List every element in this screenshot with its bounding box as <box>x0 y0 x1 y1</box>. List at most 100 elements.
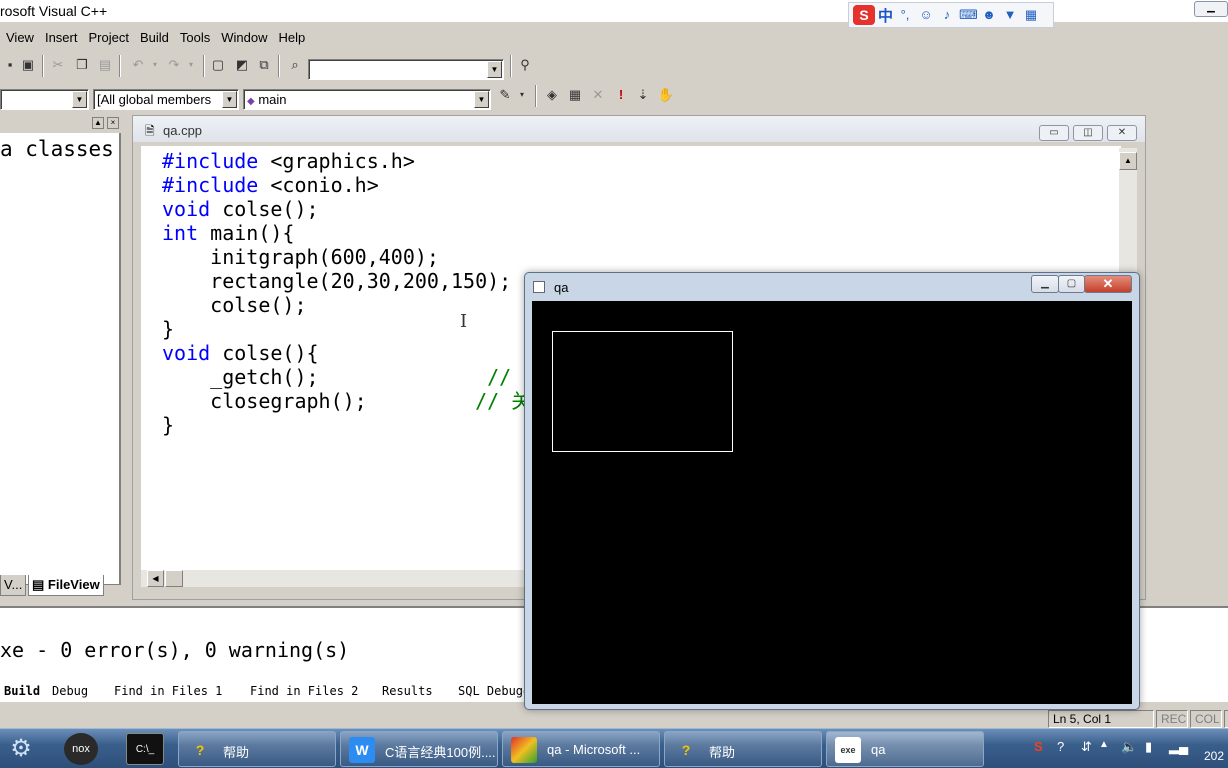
tab-find-in-files-2[interactable]: Find in Files 2 <box>244 684 364 698</box>
restore-icon[interactable]: ▲ <box>92 117 104 129</box>
power-icon[interactable]: ▮ <box>1145 739 1152 755</box>
clock[interactable]: 202 <box>1204 749 1224 763</box>
search-icon[interactable]: ⚲ <box>515 55 535 75</box>
save-all-icon[interactable]: ▣ <box>18 55 38 75</box>
code-line[interactable]: #include <conio.h> <box>162 173 1121 197</box>
menu-window[interactable]: Window <box>215 28 272 50</box>
task-help-1[interactable]: ? 帮助 <box>178 731 336 767</box>
punctuation-icon[interactable]: °, <box>896 6 914 24</box>
tray-expand-icon[interactable]: ⇵ <box>1081 739 1092 755</box>
tab-classview[interactable]: V... <box>0 575 27 596</box>
menu-bar: View Insert Project Build Tools Window H… <box>0 28 1228 50</box>
smile-icon[interactable]: ☺ <box>917 6 935 24</box>
code-line[interactable]: void colse(); <box>162 197 1121 221</box>
editor-maximize-button[interactable]: ◫ <box>1073 125 1103 141</box>
class-view-tree[interactable]: a classes <box>0 133 121 585</box>
menu-insert[interactable]: Insert <box>39 28 83 50</box>
nox-icon[interactable]: nox <box>64 733 98 765</box>
code-line[interactable]: #include <graphics.h> <box>162 149 1121 173</box>
rec-indicator: REC <box>1156 710 1188 728</box>
tab-build[interactable]: Build <box>0 684 46 698</box>
tab-find-in-files-1[interactable]: Find in Files 1 <box>108 684 228 698</box>
go-icon[interactable]: ⇣ <box>633 85 653 105</box>
menu-tools[interactable]: Tools <box>174 28 215 50</box>
class-combo[interactable]: ▼ <box>0 89 89 110</box>
chevron-down-icon[interactable]: ▼ <box>474 91 489 108</box>
help-tray-icon[interactable]: ? <box>1057 739 1064 754</box>
scroll-thumb[interactable] <box>165 570 183 587</box>
chevron-down-icon[interactable]: ▼ <box>72 91 87 108</box>
build-icon[interactable]: ▦ <box>565 85 585 105</box>
find-in-files-icon[interactable]: ⌕ <box>285 55 305 75</box>
function-combo[interactable]: ◆ main ▼ <box>243 89 491 110</box>
network-icon[interactable]: ▂▄ <box>1169 739 1188 755</box>
save-icon[interactable]: ▪ <box>0 55 20 75</box>
classes-root-label[interactable]: a classes <box>0 137 114 161</box>
wizard-dropdown-icon[interactable]: ▾ <box>512 85 532 105</box>
start-gear-icon[interactable]: ⚙ <box>4 733 38 765</box>
show-hidden-icons-icon[interactable]: ▲ <box>1099 739 1109 750</box>
task-msdev[interactable]: qa - Microsoft ... <box>502 731 660 767</box>
find-combo[interactable]: ▼ <box>308 59 504 80</box>
code-line[interactable]: int main(){ <box>162 221 1121 245</box>
code-text: main(){ <box>198 221 295 245</box>
workspace-header: ▲ × <box>0 115 122 131</box>
grid-icon[interactable]: ▦ <box>1022 6 1040 24</box>
members-combo[interactable]: [All global members ▼ <box>93 89 239 110</box>
task-wps-doc[interactable]: W C语言经典100例.... <box>340 731 498 767</box>
tab-fileview[interactable]: ▤ FileView <box>28 575 104 596</box>
stop-build-icon[interactable]: ✕ <box>588 85 608 105</box>
shirt-icon[interactable]: ▼ <box>1001 6 1019 24</box>
editor-close-button[interactable]: ✕ <box>1107 125 1137 141</box>
task-help-2[interactable]: ? 帮助 <box>664 731 822 767</box>
volume-icon[interactable]: 🔈 <box>1121 739 1137 755</box>
function-combo-value: main <box>258 92 287 107</box>
scroll-left-icon[interactable]: ◀ <box>147 570 164 587</box>
sogou-tray-icon[interactable]: S <box>1034 739 1043 754</box>
graphics-maximize-button[interactable]: ▢ <box>1058 275 1085 293</box>
copy-icon[interactable]: ❐ <box>72 55 92 75</box>
help-icon: ? <box>195 742 205 758</box>
sogou-logo-icon[interactable]: S <box>853 5 875 25</box>
ime-mode[interactable]: 中 <box>878 5 893 26</box>
breakpoint-hand-icon[interactable]: ✋ <box>656 85 676 105</box>
graphics-window-title-bar[interactable]: qa ▁ ▢ ✕ <box>525 273 1139 301</box>
task-label: qa <box>871 742 886 757</box>
chevron-down-icon[interactable]: ▼ <box>222 91 237 108</box>
close-icon[interactable]: × <box>107 117 119 129</box>
code-line[interactable]: initgraph(600,400); <box>162 245 1121 269</box>
execute-icon[interactable]: ! <box>611 85 631 105</box>
code-keyword: #include <box>162 149 259 173</box>
text-cursor-icon: I <box>460 311 468 332</box>
output-window-icon[interactable]: ◩ <box>232 55 252 75</box>
redo-dropdown-icon[interactable]: ▾ <box>181 55 201 75</box>
tab-results[interactable]: Results <box>376 684 439 698</box>
users-icon[interactable]: ☻ <box>980 6 998 24</box>
ime-toolbar[interactable]: S 中 °, ☺ ♪ ⌨ ☻ ▼ ▦ <box>848 2 1054 28</box>
code-text: colse(); <box>162 293 307 317</box>
task-qa[interactable]: exe qa <box>826 731 984 767</box>
window-list-icon[interactable]: ⧉ <box>254 55 274 75</box>
menu-project[interactable]: Project <box>82 28 133 50</box>
graphics-minimize-button[interactable]: ▁ <box>1031 275 1059 293</box>
compile-icon[interactable]: ◈ <box>542 85 562 105</box>
chevron-down-icon[interactable]: ▼ <box>487 61 502 78</box>
menu-help[interactable]: Help <box>272 28 310 50</box>
cut-icon[interactable]: ✂ <box>48 55 68 75</box>
code-text: rectangle(20,30,200,150); <box>162 269 512 293</box>
workspace-icon[interactable]: ▢ <box>208 55 228 75</box>
scroll-up-icon[interactable]: ▲ <box>1119 152 1137 170</box>
keyboard-icon[interactable]: ⌨ <box>959 6 978 24</box>
graphics-canvas[interactable] <box>532 301 1132 704</box>
minimize-button[interactable]: ▁ <box>1194 1 1228 17</box>
mic-icon[interactable]: ♪ <box>938 6 956 24</box>
graphics-close-button[interactable]: ✕ <box>1084 275 1132 293</box>
tab-debug[interactable]: Debug <box>46 684 94 698</box>
menu-build[interactable]: Build <box>134 28 174 50</box>
editor-minimize-button[interactable]: ▭ <box>1039 125 1069 141</box>
console-icon[interactable]: C:\_ <box>126 733 164 765</box>
menu-view[interactable]: View <box>0 28 39 50</box>
graphics-window[interactable]: qa ▁ ▢ ✕ <box>524 272 1140 710</box>
undo-dropdown-icon[interactable]: ▾ <box>145 55 165 75</box>
paste-icon[interactable]: ▤ <box>95 55 115 75</box>
